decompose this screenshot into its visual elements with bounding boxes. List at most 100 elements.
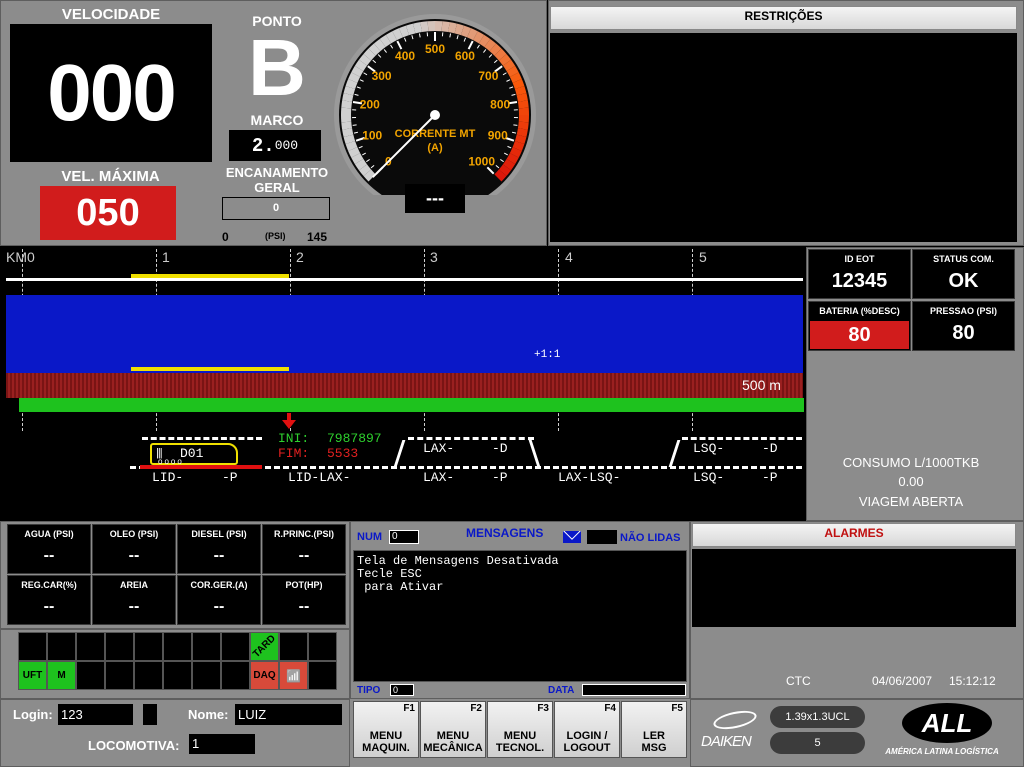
eot-bateria-value: 80 <box>848 323 871 346</box>
sensor-label: POT(HP) <box>285 580 323 590</box>
nao-lidas-label: NÃO LIDAS <box>620 532 681 544</box>
status-slot <box>18 632 47 661</box>
track-upper-dashed-1 <box>142 437 262 440</box>
ini-value: 7987897 <box>327 431 382 446</box>
restricoes-title: RESTRIÇÕES <box>744 9 823 23</box>
fkey-3-label: MENU TECNOL. <box>495 730 545 754</box>
clock-date: 04/06/2007 <box>872 674 933 688</box>
gauge-ring-segment <box>341 115 352 123</box>
fkey-3-code: F3 <box>537 703 549 714</box>
gauge-tick-label: 600 <box>455 49 475 63</box>
locomotiva-field[interactable]: 1 <box>189 734 255 754</box>
status-slot <box>76 632 105 661</box>
gauge-tick-label: 400 <box>395 49 415 63</box>
lower-label-0: LID- <box>152 470 184 485</box>
fkey-menu-maquinista[interactable]: F1 MENU MAQUIN. <box>353 701 419 758</box>
gauge-tick-label: 1000 <box>468 155 495 169</box>
sensor-cell: REG.CAR(%) -- <box>7 575 91 625</box>
lower-label-1: -P <box>222 470 238 485</box>
position-arrow-icon <box>282 413 296 429</box>
status-slot <box>163 661 192 690</box>
ctc-label: CTC <box>786 674 811 688</box>
eot-status-title: STATUS COM. <box>933 254 994 264</box>
encanamento-title: ENCANAMENTO GERAL <box>225 165 329 195</box>
gauge-ring-segment <box>435 21 443 32</box>
messages-body[interactable]: Tela de Mensagens Desativada Tecle ESC p… <box>353 550 687 682</box>
unread-count-field <box>587 530 617 544</box>
sensor-cell: R.PRINC.(PSI) -- <box>262 524 346 574</box>
eot-id-value: 12345 <box>831 270 888 292</box>
speed-title: VELOCIDADE <box>61 6 161 23</box>
fkey-login-logout[interactable]: F4 LOGIN / LOGOUT <box>554 701 620 758</box>
alarmes-title: ALARMES <box>824 526 884 540</box>
gauge-label-line1: CORRENTE MT <box>395 128 476 140</box>
eot-pressao-cell: PRESSAO (PSI) 80 <box>912 301 1015 351</box>
alarmes-header: ALARMES <box>692 523 1016 547</box>
fkey-1-label: MENU MAQUIN. <box>362 730 410 754</box>
nome-field[interactable]: LUIZ <box>235 704 342 725</box>
lower-label-6: LSQ- <box>693 470 725 485</box>
lower-label-7: -P <box>762 470 778 485</box>
tipo-value: 0 <box>393 685 399 695</box>
eot-bateria-title: BATERIA (%DESC) <box>819 306 900 316</box>
daiken-logo: DAIKEN <box>701 733 752 750</box>
login-field[interactable]: 123 <box>58 704 133 725</box>
envelope-icon <box>563 531 581 543</box>
speed-limit-marker-bottom <box>131 367 289 371</box>
sensor-cell: AREIA -- <box>92 575 176 625</box>
train-icon: ||| D01 oooo <box>150 443 238 466</box>
green-track-bar <box>19 398 804 412</box>
locomotiva-value: 1 <box>192 736 200 751</box>
gauge-hub <box>430 110 440 120</box>
antenna-icon: 📶 <box>286 668 301 683</box>
num-value: 0 <box>392 531 398 542</box>
km-label-4: 4 <box>565 249 573 265</box>
sensor-cell: OLEO (PSI) -- <box>92 524 176 574</box>
gauge-tick-label: 500 <box>425 42 445 56</box>
login-indicator <box>143 704 157 725</box>
consumo-title: CONSUMO L/1000TKB <box>842 455 980 470</box>
fkey-menu-mecanica[interactable]: F2 MENU MECÂNICA <box>420 701 486 758</box>
eot-bateria-box: 80 <box>810 321 909 349</box>
sensor-value: -- <box>298 598 310 615</box>
sensor-value: -- <box>128 547 140 564</box>
counter-text: 5 <box>814 737 821 749</box>
fkey-4-label: LOGIN / LOGOUT <box>563 730 611 754</box>
gauge-readout-value: --- <box>426 188 444 208</box>
status-slot <box>76 661 105 690</box>
km-label-0: KM0 <box>6 249 35 265</box>
data-field <box>582 684 686 696</box>
signal-fault-icon: 📶 <box>279 661 308 690</box>
sensor-grid: AGUA (PSI) -- OLEO (PSI) -- DIESEL (PSI) -- R.… <box>7 524 348 627</box>
fim-value: 5533 <box>327 446 359 461</box>
fkey-ler-msg[interactable]: F5 LER MSG <box>621 701 687 758</box>
fkey-menu-tecnol[interactable]: F3 MENU TECNOL. <box>487 701 553 758</box>
sensor-label: AREIA <box>119 580 148 590</box>
sensor-value: -- <box>298 547 310 564</box>
uft-indicator-label: UFT <box>22 670 43 681</box>
nome-label: Nome: <box>188 707 229 722</box>
gauge-ring-segment <box>427 21 435 32</box>
messages-title: MENSAGENS <box>466 526 544 540</box>
gauge-tick-label: 800 <box>490 98 510 112</box>
reference-line <box>6 278 803 281</box>
eot-id-title: ID EOT <box>844 254 875 264</box>
marco-frac: 000 <box>274 138 299 153</box>
sensor-label: REG.CAR(%) <box>21 580 77 590</box>
max-speed-title: VEL. MÁXIMA <box>61 168 160 185</box>
fkey-2-label: MENU MECÂNICA <box>423 730 483 754</box>
status-slot <box>221 661 250 690</box>
status-slot <box>163 632 192 661</box>
gauge-tick-label: 300 <box>372 69 392 83</box>
version-text: 1.39x1.3UCL <box>785 711 850 723</box>
upper-label-0: LAX- <box>423 441 455 456</box>
upper-label-3: -D <box>762 441 778 456</box>
status-slot <box>47 632 76 661</box>
scale-text: +1:1 <box>534 349 561 361</box>
gauge-tick <box>513 124 518 126</box>
gauge-ring-segment <box>518 107 529 115</box>
sensor-label: R.PRINC.(PSI) <box>273 529 334 539</box>
tipo-field: 0 <box>390 684 414 696</box>
status-slot <box>221 632 250 661</box>
marco-int: 2. <box>251 134 275 157</box>
